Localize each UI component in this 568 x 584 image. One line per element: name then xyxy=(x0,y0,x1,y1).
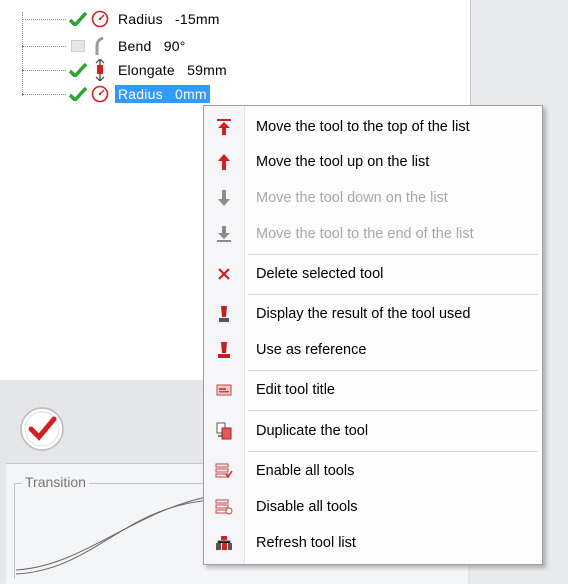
menu-separator xyxy=(248,254,538,255)
checkmark-icon[interactable] xyxy=(68,85,88,103)
menu-item-label: Move the tool to the end of the list xyxy=(256,226,474,242)
edit-title-icon xyxy=(204,383,244,397)
display-result-icon xyxy=(204,304,244,324)
tree-item-elongate[interactable]: Elongate 59mm xyxy=(22,59,230,81)
enable-all-icon xyxy=(204,462,244,480)
duplicate-icon xyxy=(204,422,244,440)
menu-item-label: Enable all tools xyxy=(256,463,355,479)
menu-item-move-end[interactable]: Move the tool to the end of the list xyxy=(204,219,542,249)
tree-item-label: Bend 90° xyxy=(118,38,186,54)
elongate-icon xyxy=(88,59,112,81)
tree-item-radius-1[interactable]: Radius -15mm xyxy=(22,9,223,29)
delete-icon xyxy=(204,267,244,281)
menu-item-move-down[interactable]: Move the tool down on the list xyxy=(204,183,542,213)
tree-item-label: Elongate 59mm xyxy=(118,62,227,78)
transition-curve xyxy=(15,495,213,575)
menu-item-label: Delete selected tool xyxy=(256,266,384,282)
checkmark-icon[interactable] xyxy=(68,61,88,79)
tree-connector xyxy=(22,69,66,71)
menu-separator xyxy=(248,370,538,371)
menu-item-label: Move the tool up on the list xyxy=(256,154,430,170)
menu-separator xyxy=(248,451,538,452)
menu-item-use-reference[interactable]: Use as reference xyxy=(204,335,542,365)
menu-item-delete[interactable]: Delete selected tool xyxy=(204,259,542,289)
confirm-button[interactable] xyxy=(18,405,66,453)
move-end-icon xyxy=(204,225,244,243)
move-top-icon xyxy=(204,118,244,136)
menu-item-label: Disable all tools xyxy=(256,499,358,515)
menu-item-refresh[interactable]: Refresh tool list xyxy=(204,528,542,558)
menu-item-disable-all[interactable]: Disable all tools xyxy=(204,492,542,522)
menu-item-label: Refresh tool list xyxy=(256,535,356,551)
menu-item-enable-all[interactable]: Enable all tools xyxy=(204,456,542,486)
confirm-check-icon xyxy=(20,407,64,451)
move-down-icon xyxy=(204,189,244,207)
menu-separator xyxy=(248,294,538,295)
menu-item-move-up[interactable]: Move the tool up on the list xyxy=(204,147,542,177)
tree-item-radius-2[interactable]: Radius 0mm xyxy=(22,84,210,104)
tree-item-label: Radius -15mm xyxy=(118,11,220,27)
menu-item-label: Move the tool to the top of the list xyxy=(256,119,470,135)
reference-icon xyxy=(204,340,244,360)
tree-item-bend[interactable]: Bend 90° xyxy=(22,36,189,56)
transition-label: Transition xyxy=(22,474,89,490)
menu-item-duplicate[interactable]: Duplicate the tool xyxy=(204,416,542,446)
tree-item-label-selected: Radius 0mm xyxy=(115,85,210,103)
menu-item-label: Display the result of the tool used xyxy=(256,306,471,322)
tree-connector xyxy=(22,93,66,95)
menu-item-edit-title[interactable]: Edit tool title xyxy=(204,375,542,405)
checkmark-icon[interactable] xyxy=(68,10,88,28)
disable-all-icon xyxy=(204,498,244,516)
bend-icon xyxy=(88,36,112,56)
refresh-icon xyxy=(204,535,244,551)
menu-item-move-top[interactable]: Move the tool to the top of the list xyxy=(204,112,542,142)
radius-icon xyxy=(88,9,112,29)
menu-separator xyxy=(248,410,538,411)
menu-item-label: Use as reference xyxy=(256,342,367,358)
menu-item-display-result[interactable]: Display the result of the tool used xyxy=(204,299,542,329)
menu-item-label: Edit tool title xyxy=(256,382,335,398)
radius-icon xyxy=(88,84,112,104)
unchecked-box-icon[interactable] xyxy=(68,37,88,55)
tree-connector xyxy=(22,45,66,47)
menu-item-label: Duplicate the tool xyxy=(256,423,369,439)
menu-item-label: Move the tool down on the list xyxy=(256,190,448,206)
context-menu: Move the tool to the top of the list Mov… xyxy=(203,105,543,565)
tree-connector xyxy=(22,18,66,20)
move-up-icon xyxy=(204,153,244,171)
